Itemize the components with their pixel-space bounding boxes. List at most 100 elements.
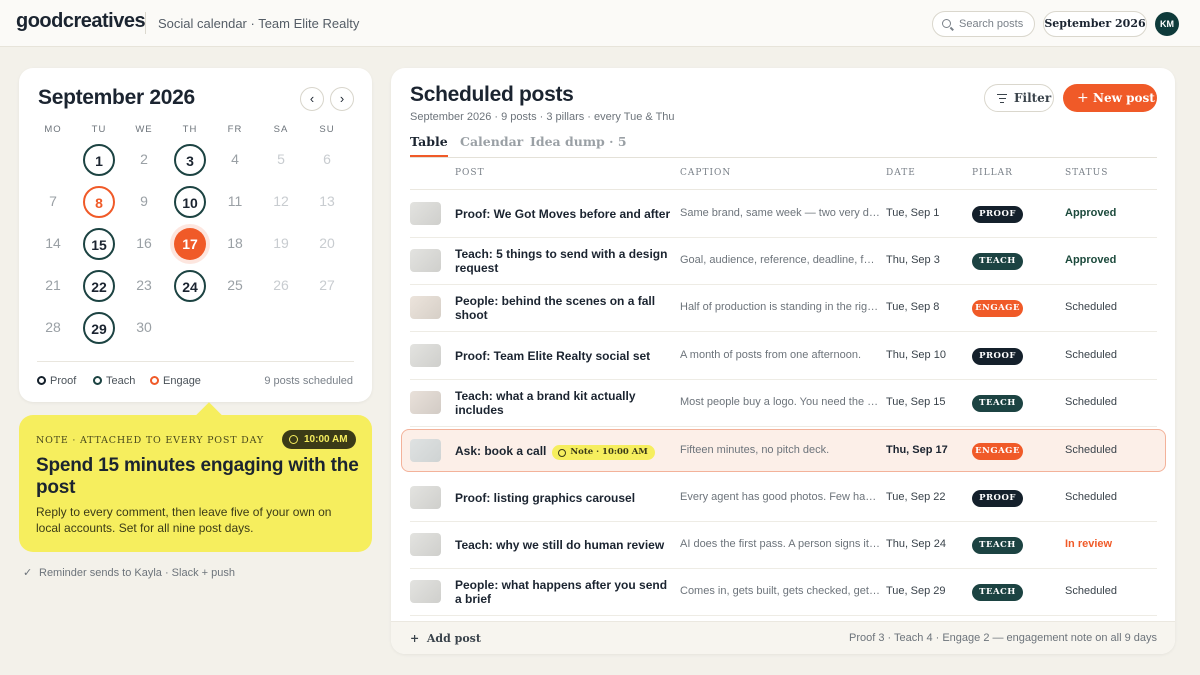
calendar-day-29[interactable]: 29: [83, 312, 115, 344]
post-thumbnail: [410, 249, 441, 272]
calendar-day-23[interactable]: 23: [128, 270, 160, 302]
add-post-button[interactable]: + Add post: [410, 632, 481, 645]
tab-idea-dump[interactable]: Idea dump · 5: [530, 134, 627, 149]
calendar-day-20[interactable]: 20: [311, 228, 343, 260]
table-row[interactable]: Ask: book a call Note · 10:00 AM Fifteen m…: [401, 429, 1166, 472]
calendar-day-14[interactable]: 14: [37, 228, 69, 260]
tab-table[interactable]: Table: [410, 134, 448, 157]
add-post-label: Add post: [426, 632, 481, 645]
filter-button[interactable]: Filter: [984, 84, 1054, 112]
pillar-badge: TEACH: [972, 537, 1023, 554]
calendar-day-22[interactable]: 22: [83, 270, 115, 302]
plus-icon: +: [410, 632, 427, 645]
pillar-badge: TEACH: [972, 253, 1023, 270]
post-thumbnail: [410, 202, 441, 225]
calendar-day-9[interactable]: 9: [128, 186, 160, 218]
reminder-text: Reminder sends to Kayla · Slack + push: [39, 567, 235, 579]
table-row[interactable]: Proof: Team Elite Realty social set A mon…: [410, 333, 1157, 380]
column-header-date[interactable]: DATE: [886, 168, 916, 178]
chevron-right-icon: ›: [339, 91, 345, 106]
search-icon: [942, 19, 951, 28]
avatar[interactable]: KM: [1155, 12, 1179, 36]
calendar-day-5[interactable]: 5: [265, 144, 297, 176]
column-header-pillar[interactable]: PILLAR: [972, 168, 1013, 178]
pillar-badge: ENGAGE: [972, 443, 1023, 460]
post-title: Ask: book a call: [455, 444, 547, 458]
header-divider: [145, 12, 146, 34]
post-title-cell: Proof: listing graphics carousel: [455, 491, 675, 505]
calendar-day-13[interactable]: 13: [311, 186, 343, 218]
calendar-day-24[interactable]: 24: [174, 270, 206, 302]
calendar-day-10[interactable]: 10: [174, 186, 206, 218]
table-row[interactable]: Proof: listing graphics carousel Every ag…: [410, 475, 1157, 522]
legend-proof: Proof: [37, 375, 76, 387]
calendar-day-2[interactable]: 2: [128, 144, 160, 176]
post-title: Proof: Team Elite Realty social set: [455, 349, 651, 363]
table-row[interactable]: Proof: We Got Moves before and after Same…: [410, 191, 1157, 238]
calendar-day-25[interactable]: 25: [219, 270, 251, 302]
month-selector[interactable]: September 2026: [1043, 11, 1147, 37]
calendar-day-4[interactable]: 4: [219, 144, 251, 176]
status-badge: In review: [1065, 538, 1113, 550]
page-title: Scheduled posts: [410, 83, 574, 106]
pillar-badge: TEACH: [972, 584, 1023, 601]
legend-teach: Teach: [93, 375, 135, 387]
post-title-cell: Proof: We Got Moves before and after: [455, 207, 675, 221]
calendar-day-26[interactable]: 26: [265, 270, 297, 302]
status-badge: Approved: [1065, 254, 1117, 266]
post-title-cell: People: behind the scenes on a fall shoo…: [455, 294, 675, 322]
search-placeholder: Search posts: [959, 18, 1024, 30]
reminder-status: ✓ Reminder sends to Kayla · Slack + push: [23, 566, 235, 579]
calendar-day-19[interactable]: 19: [265, 228, 297, 260]
filter-label: Filter: [1014, 91, 1052, 105]
weekday-header: TU: [91, 124, 107, 135]
calendar-day-17[interactable]: 17: [174, 228, 206, 260]
tab-calendar[interactable]: Calendar: [460, 134, 523, 149]
note-card[interactable]: NOTE · ATTACHED TO EVERY POST DAY 10:00 …: [19, 415, 372, 552]
column-header-status[interactable]: STATUS: [1065, 168, 1108, 178]
calendar-day-18[interactable]: 18: [219, 228, 251, 260]
calendar-day-8[interactable]: 8: [83, 186, 115, 218]
legend-engage: Engage: [150, 375, 201, 387]
post-caption: AI does the first pass. A person signs i…: [680, 538, 880, 550]
calendar-day-11[interactable]: 11: [219, 186, 251, 218]
calendar-day-21[interactable]: 21: [37, 270, 69, 302]
engage-dot-icon: [150, 376, 159, 385]
table-row[interactable]: People: behind the scenes on a fall shoo…: [410, 285, 1157, 332]
calendar-day-30[interactable]: 30: [128, 312, 160, 344]
table-row[interactable]: Teach: why we still do human review AI do…: [410, 522, 1157, 569]
calendar-day-3[interactable]: 3: [174, 144, 206, 176]
note-badge[interactable]: Note · 10:00 AM: [552, 445, 655, 460]
new-post-button[interactable]: + New post: [1063, 84, 1157, 112]
status-badge: Scheduled: [1065, 444, 1117, 456]
status-badge: Scheduled: [1065, 585, 1117, 597]
post-thumbnail: [410, 391, 441, 414]
weekday-header: TH: [182, 124, 198, 135]
filter-icon: [997, 94, 1007, 106]
post-date: Tue, Sep 8: [886, 301, 940, 313]
calendar-day-15[interactable]: 15: [83, 228, 115, 260]
post-caption: Half of production is standing in the ri…: [680, 301, 880, 313]
column-header-post[interactable]: POST: [455, 168, 485, 178]
table-row[interactable]: Teach: 5 things to send with a design re…: [410, 238, 1157, 285]
calendar-day-1[interactable]: 1: [83, 144, 115, 176]
prev-month-button[interactable]: ‹: [300, 87, 324, 111]
search-input[interactable]: Search posts: [932, 11, 1035, 37]
post-thumbnail: [410, 344, 441, 367]
column-header-caption[interactable]: CAPTION: [680, 168, 731, 178]
calendar-day-7[interactable]: 7: [37, 186, 69, 218]
post-title: Teach: what a brand kit actually include…: [455, 389, 636, 417]
table-row[interactable]: Teach: what a brand kit actually include…: [410, 380, 1157, 427]
calendar-day-6[interactable]: 6: [311, 144, 343, 176]
post-date: Thu, Sep 10: [886, 349, 946, 361]
calendar-day-27[interactable]: 27: [311, 270, 343, 302]
app-logo[interactable]: goodcreatives: [16, 10, 146, 33]
calendar-day-28[interactable]: 28: [37, 312, 69, 344]
calendar-day-16[interactable]: 16: [128, 228, 160, 260]
post-title-cell: Teach: what a brand kit actually include…: [455, 389, 675, 417]
teach-dot-icon: [93, 376, 102, 385]
post-date: Thu, Sep 24: [886, 538, 946, 550]
table-row[interactable]: People: what happens after you send a br…: [410, 569, 1157, 616]
next-month-button[interactable]: ›: [330, 87, 354, 111]
calendar-day-12[interactable]: 12: [265, 186, 297, 218]
